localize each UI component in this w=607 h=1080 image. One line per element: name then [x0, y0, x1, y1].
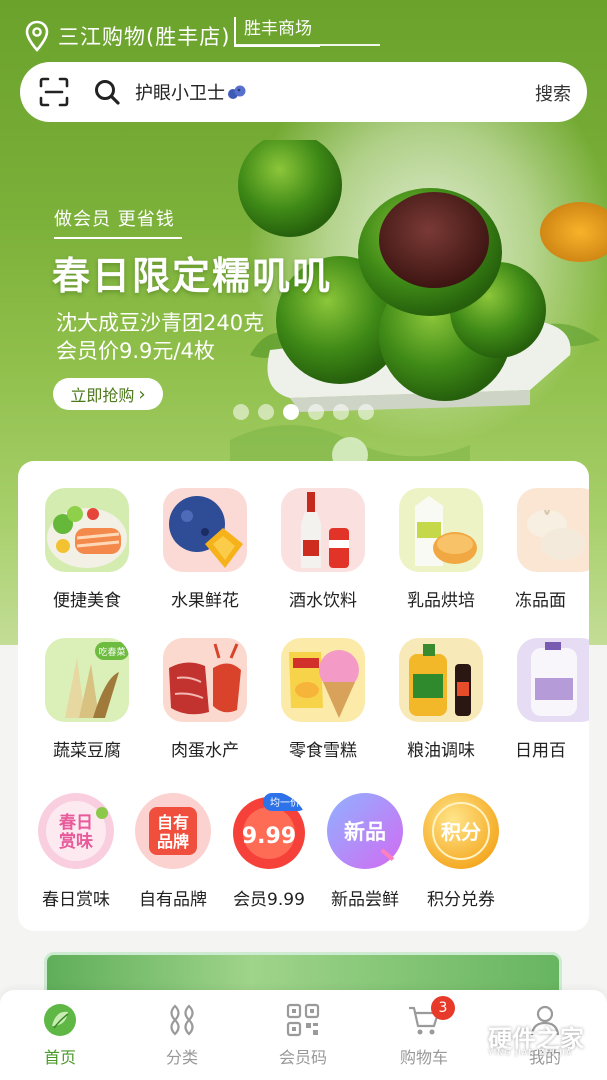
pagination-dot[interactable] — [233, 404, 249, 420]
buy-now-button[interactable]: 立即抢购 › — [53, 378, 163, 410]
category-label: 冻品面 — [515, 591, 566, 611]
own-brand-icon: 自有 品牌 — [135, 793, 211, 869]
category-item[interactable]: 酒水饮料 — [273, 488, 373, 611]
category-icon — [170, 1004, 194, 1036]
store-name: 三江购物(胜丰店) — [58, 25, 231, 49]
category-label: 日用百 — [515, 741, 566, 761]
svg-text:均一价: 均一价 — [270, 797, 300, 809]
banner-title: 春日限定糯叽叽 — [52, 254, 333, 298]
search-icon — [95, 80, 120, 105]
pagination-dot[interactable] — [333, 404, 349, 420]
tab-label: 首页 — [43, 1048, 76, 1067]
points-coupon-icon: 积分 — [423, 793, 499, 869]
meat-seafood-icon — [163, 638, 247, 722]
featured-item[interactable]: 春日 赏味 春日赏味 — [31, 791, 121, 910]
svg-text:自有: 自有 — [157, 813, 189, 832]
tab-category[interactable]: 分类 — [137, 1002, 227, 1068]
category-label: 肉蛋水产 — [171, 741, 239, 761]
banner-pagination[interactable] — [233, 404, 383, 420]
category-card: 便捷美食 水果鲜花 酒水饮料 乳品烘培 冻品面 吃春菜 蔬菜豆腐 肉蛋水产 零食… — [18, 461, 589, 931]
dairy-bakery-icon — [399, 488, 483, 572]
banner-food-image[interactable] — [230, 140, 607, 470]
featured-item[interactable]: 自有 品牌 自有品牌 — [128, 791, 218, 910]
featured-label: 春日赏味 — [42, 890, 110, 910]
banner-member-price: 会员价9.9元/4枚 — [56, 339, 215, 363]
pagination-dot[interactable] — [258, 404, 274, 420]
svg-text:赏味: 赏味 — [59, 831, 93, 852]
svg-text:品牌: 品牌 — [157, 832, 189, 851]
category-item[interactable]: 水果鲜花 — [155, 488, 255, 611]
category-label: 水果鲜花 — [171, 591, 239, 611]
frozen-food-icon — [517, 488, 589, 572]
svg-text:9.99: 9.99 — [242, 824, 296, 849]
banner-product-name: 沈大成豆沙青团240克 — [56, 311, 265, 335]
category-label: 乳品烘培 — [407, 591, 475, 611]
category-item[interactable]: 吃春菜 蔬菜豆腐 — [37, 638, 137, 761]
spring-taste-icon: 春日 赏味 — [38, 793, 114, 869]
featured-label: 会员9.99 — [233, 890, 305, 910]
tab-label: 分类 — [165, 1048, 198, 1067]
svg-text:春日: 春日 — [59, 812, 93, 833]
tab-home[interactable]: 首页 — [15, 1002, 105, 1068]
location-pin-icon — [25, 20, 49, 52]
member-999-icon: 9.99 均一价 — [233, 793, 307, 869]
category-item[interactable]: 乳品烘培 — [391, 488, 491, 611]
daily-goods-icon — [517, 638, 589, 722]
banner-subtitle-underline — [54, 237, 182, 239]
category-item[interactable]: 零食雪糕 — [273, 638, 373, 761]
category-item[interactable]: 肉蛋水产 — [155, 638, 255, 761]
new-product-icon: 新品 — [327, 793, 403, 869]
scan-icon[interactable] — [39, 77, 69, 107]
buy-now-label: 立即抢购 — [70, 386, 135, 405]
category-item[interactable]: 便捷美食 — [37, 488, 137, 611]
tab-member-code[interactable]: 会员码 — [258, 1002, 348, 1068]
category-label: 酒水饮料 — [289, 591, 357, 611]
search-input[interactable]: 护眼小卫士 — [135, 79, 225, 105]
svg-text:吃春菜: 吃春菜 — [98, 646, 125, 658]
featured-item[interactable]: 积分 积分兑券 — [416, 791, 506, 910]
category-label: 零食雪糕 — [289, 741, 357, 761]
pagination-dot[interactable] — [358, 404, 374, 420]
search-bar[interactable]: 护眼小卫士 搜索 — [20, 62, 587, 122]
blueberry-emoji-icon — [228, 85, 246, 99]
vegetable-tofu-icon: 吃春菜 — [45, 638, 129, 722]
watermark-logo-icon — [442, 1015, 480, 1057]
category-item[interactable]: 日用百 — [509, 638, 589, 761]
drinks-icon — [281, 488, 365, 572]
featured-item[interactable]: 新品 新品尝鲜 — [320, 791, 410, 910]
fruit-flower-icon — [163, 488, 247, 572]
pagination-dot-active[interactable] — [283, 404, 299, 420]
search-button[interactable]: 搜索 — [535, 80, 571, 106]
svg-text:积分: 积分 — [441, 820, 481, 844]
convenience-food-icon — [45, 488, 129, 572]
grain-oil-icon — [399, 638, 483, 722]
category-label: 粮油调味 — [407, 741, 475, 761]
featured-item[interactable]: 9.99 均一价 会员9.99 — [224, 791, 314, 910]
category-item[interactable]: 冻品面 — [509, 488, 589, 611]
banner-subtitle-wrap: 做会员 更省钱 — [54, 205, 182, 239]
category-label: 蔬菜豆腐 — [53, 741, 121, 761]
member-code-icon — [286, 1003, 320, 1037]
pagination-dot[interactable] — [308, 404, 324, 420]
featured-label: 自有品牌 — [139, 890, 207, 910]
featured-label: 新品尝鲜 — [331, 890, 399, 910]
mall-tag-underline — [234, 44, 380, 46]
watermark: 硬件之家 YING JIAN ZHI JIA — [440, 1004, 600, 1068]
featured-label: 积分兑券 — [427, 890, 495, 910]
category-label: 便捷美食 — [53, 591, 121, 611]
watermark-subtext: YING JIAN ZHI JIA — [488, 1048, 573, 1057]
chevron-right-icon: › — [138, 383, 146, 405]
snack-icecream-icon — [281, 638, 365, 722]
category-item[interactable]: 粮油调味 — [391, 638, 491, 761]
banner-subtitle: 做会员 更省钱 — [54, 209, 175, 230]
store-location[interactable]: 三江购物(胜丰店) — [24, 16, 230, 56]
svg-text:新品: 新品 — [344, 820, 386, 844]
mall-tag[interactable]: 胜丰商场 — [234, 17, 320, 47]
tab-label: 会员码 — [278, 1048, 327, 1067]
home-icon — [44, 1004, 76, 1036]
